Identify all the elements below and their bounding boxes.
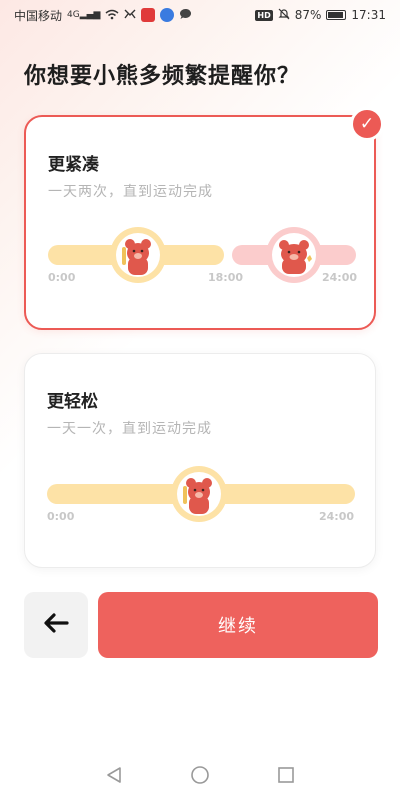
time-label-start: 0:00	[47, 510, 75, 523]
option-card-relaxed[interactable]: 更轻松 一天一次，直到运动完成 0:00 24:00	[24, 353, 376, 568]
triangle-back-icon	[107, 767, 121, 783]
option-subtitle: 一天一次，直到运动完成	[47, 421, 212, 437]
status-left: 中国移动 4G▂▄▆	[14, 7, 192, 24]
chat-icon	[179, 8, 192, 22]
wifi-icon	[105, 9, 119, 22]
bear-marker-evening	[266, 227, 322, 283]
time-label-mid: 18:00	[208, 271, 244, 284]
bear-icon	[116, 233, 160, 277]
hd-badge: HD	[255, 9, 273, 21]
circle-home-icon	[191, 766, 209, 784]
bear-icon	[272, 233, 316, 277]
continue-label: 继续	[218, 616, 258, 637]
clock: 17:31	[351, 8, 386, 22]
network-label: 4G	[67, 9, 80, 20]
page-title: 你想要小熊多频繁提醒你？	[24, 64, 301, 89]
option-subtitle: 一天两次，直到运动完成	[48, 184, 213, 200]
back-button[interactable]	[24, 592, 88, 658]
option-title: 更紧凑	[48, 155, 99, 175]
mute-icon	[278, 8, 290, 22]
arrow-left-icon	[43, 613, 69, 637]
check-icon: ✓	[350, 107, 384, 141]
time-label-end: 24:00	[322, 271, 358, 284]
bear-marker-morning	[110, 227, 166, 283]
bear-icon	[177, 472, 221, 516]
carrier-label: 中国移动	[14, 8, 63, 23]
battery-percent: 87%	[294, 8, 322, 22]
status-bar: 中国移动 4G▂▄▆ HD 87% 17:31	[0, 0, 400, 30]
time-label-start: 0:00	[48, 271, 76, 284]
nav-home-button[interactable]	[188, 763, 212, 787]
time-label-end: 24:00	[319, 510, 355, 523]
nav-back-button[interactable]	[102, 763, 126, 787]
globe-icon	[160, 8, 175, 22]
nav-recents-button[interactable]	[274, 763, 298, 787]
system-nav-bar	[0, 750, 400, 800]
continue-button[interactable]: 继续	[98, 592, 378, 658]
option-card-compact[interactable]: ✓ 更紧凑 一天两次，直到运动完成 0:00 18:00 24:00	[24, 107, 384, 330]
square-recents-icon	[278, 767, 294, 783]
battery-icon	[326, 10, 347, 20]
app-notification-icon	[141, 8, 156, 22]
option-title: 更轻松	[47, 392, 98, 412]
bear-marker-daily	[171, 466, 227, 522]
status-right: HD 87% 17:31	[255, 8, 386, 22]
mail-icon	[124, 9, 137, 21]
signal-icon: 4G▂▄▆	[67, 9, 101, 20]
